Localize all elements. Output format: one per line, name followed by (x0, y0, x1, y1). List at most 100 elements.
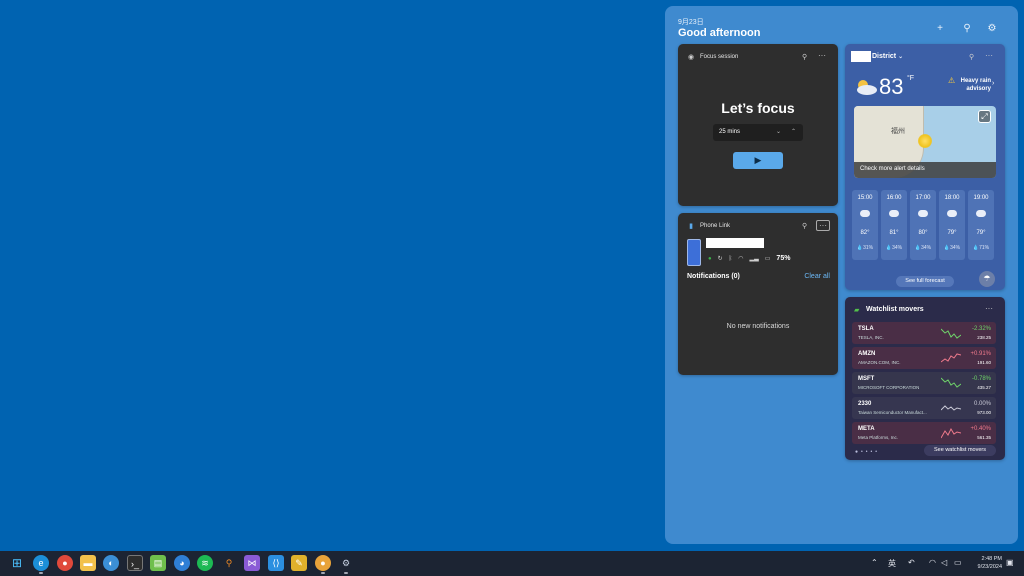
hour-item[interactable]: 18:00 79° 💧34% (939, 190, 965, 260)
more-options-icon[interactable]: ··· (985, 304, 993, 313)
clock-date: 9/23/2024 (977, 564, 1002, 570)
location-name: District (872, 53, 897, 60)
temperature-unit: °F (907, 75, 915, 82)
sparkline (941, 328, 961, 339)
clock[interactable]: 2:48 PM 9/23/2024 (968, 555, 1002, 571)
running-indicator (321, 572, 325, 574)
paint-icon[interactable]: ✎ (291, 555, 307, 571)
notifications-title: Notifications (0) (687, 273, 740, 280)
current-temperature: 83 (879, 74, 904, 99)
clear-all-link[interactable]: Clear all (804, 273, 830, 280)
sparkline (941, 405, 961, 411)
stock-row[interactable]: META Meta Platforms, Inc. +0.40% 561.35 (852, 422, 996, 444)
more-options-icon[interactable]: ··· (818, 51, 826, 60)
phone-status-bar: ● ↻ ᛒ ◠ ▂▃ ▭ 75% (708, 255, 790, 262)
weather-alert[interactable]: Heavy rain advisory (957, 77, 991, 93)
chevron-up-icon[interactable]: ⌃ (791, 128, 796, 135)
weather-avatar[interactable]: ☂ (979, 271, 995, 287)
stock-name: Meta Platforms, Inc. (858, 435, 899, 440)
stock-symbol: AMZN (858, 351, 876, 357)
chrome-canary-icon[interactable]: ● (315, 555, 331, 571)
alert-line-1: Heavy rain (960, 78, 991, 84)
alert-details-link: Check more alert details (860, 166, 925, 172)
file-explorer-icon[interactable]: ▬ (80, 555, 96, 571)
start-focus-button[interactable]: ▶ (733, 152, 783, 169)
weather-map[interactable]: 福州 ⤢ Check more alert details (854, 106, 996, 178)
show-hidden-icons-icon[interactable]: ⌃ (871, 558, 878, 567)
pin-icon[interactable]: ⚲ (802, 222, 807, 230)
chevron-down-icon[interactable]: ⌄ (776, 128, 781, 135)
more-options-icon[interactable]: ··· (816, 220, 830, 231)
hour-precip: 💧31% (856, 245, 874, 251)
location-selector[interactable]: District ⌄ (872, 53, 903, 60)
link-icon[interactable]: ⚲ (960, 22, 974, 36)
notepad-icon[interactable]: ▤ (150, 555, 166, 571)
hourly-forecast: 15:00 82° 💧31% 16:00 81° 💧34% 17:00 80° 💧34% 1… (852, 190, 994, 260)
stock-row[interactable]: MSFT MICROSOFT CORPORATION -0.78% 435.27 (852, 372, 996, 394)
focus-icon: ◉ (687, 54, 695, 61)
chevron-down-icon: ⌄ (898, 54, 904, 60)
more-options-icon[interactable]: ··· (985, 51, 993, 60)
pin-icon[interactable]: ⚲ (969, 53, 974, 61)
expand-icon[interactable]: ⤢ (978, 110, 991, 123)
focus-session-card: ◉ Focus session ⚲ ··· Let’s focus 25 min… (678, 44, 838, 206)
settings-icon[interactable]: ⚙ (985, 22, 999, 36)
taskbar: ⊞ e ● ▬ ◐ ›_ ▤ ◕ ≋ ⚲ ⋈ ⟨⟩ ✎ ● ⚙ ⌃ 英 ↶ ◠ … (0, 551, 1024, 576)
signal-icon: ▂▃ (749, 256, 759, 262)
stock-price: 191.60 (977, 360, 991, 365)
map-city-label: 福州 (891, 128, 905, 135)
hour-item[interactable]: 19:00 79° 💧71% (968, 190, 994, 260)
battery-level: 75% (776, 255, 791, 262)
hour-temp: 79° (947, 230, 957, 236)
alert-line-2: advisory (966, 86, 991, 92)
stock-name: Taiwan Semiconductor Manufact... (858, 410, 927, 415)
chrome-icon[interactable]: ● (57, 555, 73, 571)
see-full-forecast-button[interactable]: See full forecast (896, 276, 954, 287)
vscode-icon[interactable]: ⟨⟩ (268, 555, 284, 571)
hour-item[interactable]: 16:00 81° 💧34% (881, 190, 907, 260)
hour-temp: 82° (860, 230, 870, 236)
spotify-icon[interactable]: ≋ (197, 555, 213, 571)
alert-details-bar[interactable]: Check more alert details (854, 162, 996, 178)
ime-mode-icon[interactable]: ↶ (908, 558, 915, 567)
browser-icon[interactable]: ◐ (103, 555, 119, 571)
sparkline (941, 377, 961, 388)
wifi-icon[interactable]: ◠ (929, 558, 936, 567)
edge-dev-icon[interactable]: ◕ (174, 555, 190, 571)
pin-icon[interactable]: ⚲ (802, 53, 807, 61)
settings-icon[interactable]: ⚙ (338, 555, 354, 571)
cloud-icon (947, 210, 957, 217)
stock-symbol: 2330 (858, 401, 872, 407)
chevron-right-icon[interactable]: › (992, 80, 994, 87)
add-widget-icon[interactable]: + (933, 22, 947, 36)
see-watchlist-movers-button[interactable]: See watchlist movers (924, 445, 996, 456)
stock-name: AMAZON.COM, INC. (858, 360, 901, 365)
stock-change: +0.40% (970, 426, 991, 432)
edge-icon[interactable]: e (33, 555, 49, 571)
start-icon[interactable]: ⊞ (9, 555, 25, 571)
notification-icon[interactable]: ▣ (1006, 558, 1014, 567)
page-dots[interactable]: ●•••• (855, 449, 880, 455)
stock-row[interactable]: 2330 Taiwan Semiconductor Manufact... 0.… (852, 397, 996, 419)
hour-time: 15:00 (857, 195, 873, 201)
running-indicator (344, 572, 348, 574)
hour-temp: 81° (889, 230, 899, 236)
visual-studio-icon[interactable]: ⋈ (244, 555, 260, 571)
hour-item[interactable]: 15:00 82° 💧31% (852, 190, 878, 260)
hour-temp: 79° (976, 230, 986, 236)
sparkline (941, 353, 961, 363)
sync-icon[interactable]: ↻ (718, 255, 723, 262)
weather-card: District ⌄ ⚲ ··· 83 °F ⚠ Heavy rain adviso… (845, 44, 1005, 290)
battery-icon[interactable]: ▭ (954, 558, 962, 567)
hour-item[interactable]: 17:00 80° 💧34% (910, 190, 936, 260)
input-language[interactable]: 英 (888, 558, 896, 569)
duration-select[interactable]: 25 mins ⌄ ⌃ (713, 124, 803, 141)
search-app-icon[interactable]: ⚲ (221, 555, 237, 571)
storm-marker (918, 134, 932, 148)
hour-time: 19:00 (973, 195, 989, 201)
terminal-icon[interactable]: ›_ (127, 555, 143, 571)
connected-icon: ● (708, 255, 712, 262)
volume-icon[interactable]: ◁ (941, 558, 947, 567)
stock-row[interactable]: TSLA TESLA, INC. -2.32% 238.25 (852, 322, 996, 344)
stock-row[interactable]: AMZN AMAZON.COM, INC. +0.91% 191.60 (852, 347, 996, 369)
